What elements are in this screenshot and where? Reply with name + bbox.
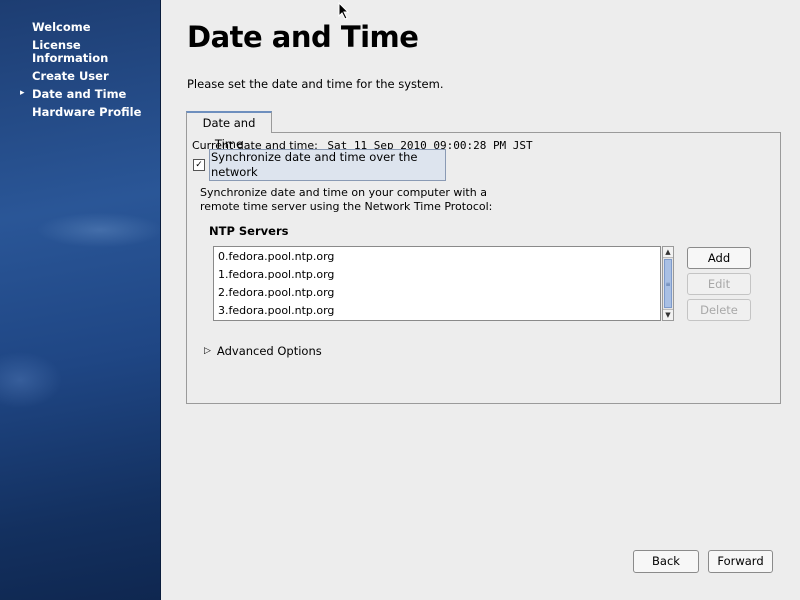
expander-triangle-icon[interactable]: ▷ (204, 346, 211, 356)
advanced-options-expander[interactable]: ▷ Advanced Options (204, 344, 322, 358)
back-button[interactable]: Back (633, 550, 699, 573)
forward-button[interactable]: Forward (708, 550, 773, 573)
ntp-server-item[interactable]: 2.fedora.pool.ntp.org (218, 286, 334, 299)
sidebar-item-license-information: License Information (32, 38, 109, 65)
ntp-list-scrollbar[interactable]: ▲ ≡ ▼ (662, 246, 674, 321)
current-step-arrow-icon: ▸ (20, 88, 25, 98)
scrollbar-thumb[interactable]: ≡ (664, 259, 672, 308)
mouse-pointer-icon (338, 2, 350, 20)
sidebar-item-hardware-profile: Hardware Profile (32, 105, 142, 119)
delete-server-button[interactable]: Delete (687, 299, 751, 321)
scroll-down-arrow-icon[interactable]: ▼ (663, 309, 673, 320)
ntp-server-item[interactable]: 3.fedora.pool.ntp.org (218, 304, 334, 317)
ntp-description: Synchronize date and time on your comput… (200, 186, 493, 213)
ntp-server-item[interactable]: 1.fedora.pool.ntp.org (218, 268, 334, 281)
sidebar: Welcome License Information Create User … (0, 0, 161, 600)
edit-server-button[interactable]: Edit (687, 273, 751, 295)
sidebar-item-create-user: Create User (32, 69, 109, 83)
sync-network-checkbox[interactable]: ✓ (193, 159, 205, 171)
sidebar-item-date-and-time: Date and Time (32, 87, 127, 101)
sidebar-item-welcome: Welcome (32, 20, 91, 34)
page-intro: Please set the date and time for the sys… (187, 77, 444, 91)
sync-network-checkbox-row[interactable]: ✓ Synchronize date and time over the net… (193, 149, 446, 181)
tab-date-and-time[interactable]: Date and Time (186, 111, 272, 151)
sync-network-label[interactable]: Synchronize date and time over the netwo… (209, 149, 446, 181)
scroll-up-arrow-icon[interactable]: ▲ (663, 247, 673, 258)
advanced-options-label[interactable]: Advanced Options (217, 344, 322, 358)
page-title: Date and Time (187, 20, 419, 54)
add-server-button[interactable]: Add (687, 247, 751, 269)
ntp-server-list[interactable]: 0.fedora.pool.ntp.org 1.fedora.pool.ntp.… (213, 246, 661, 321)
ntp-servers-heading: NTP Servers (209, 224, 289, 238)
ntp-server-item[interactable]: 0.fedora.pool.ntp.org (218, 250, 334, 263)
